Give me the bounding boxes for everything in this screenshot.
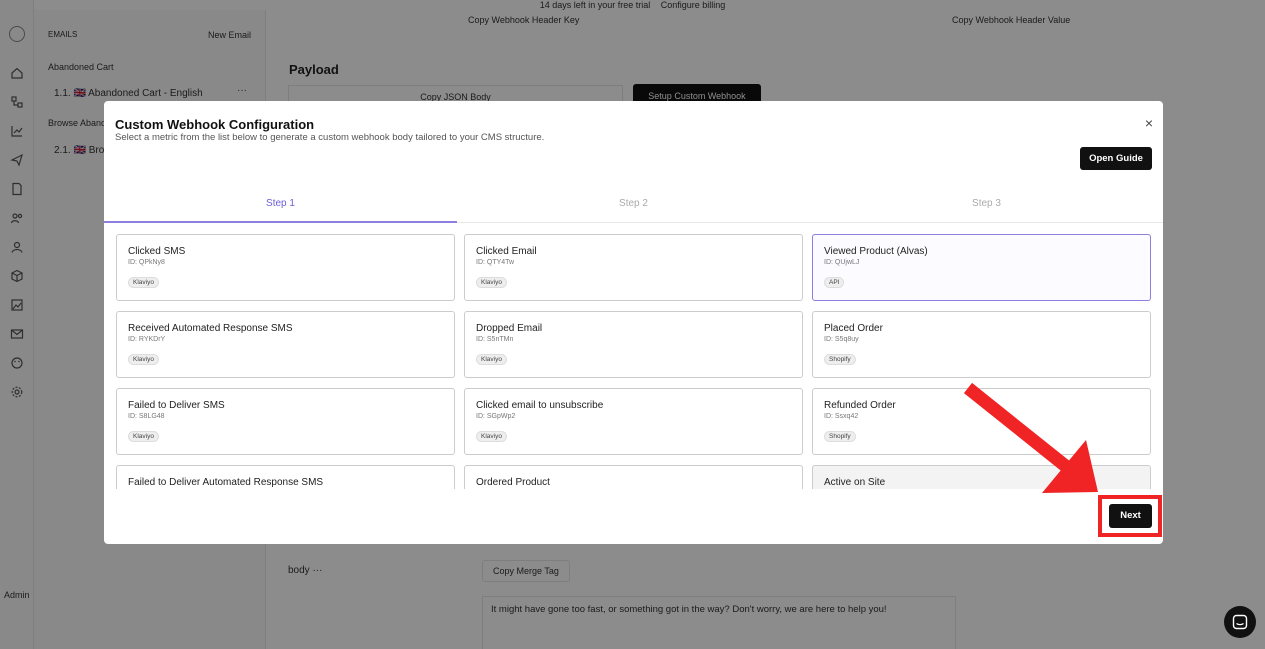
metric-id: ID: QPkNy8: [128, 259, 165, 266]
metric-source-badge: Klaviyo: [476, 354, 507, 365]
metric-card[interactable]: Active on Site: [812, 465, 1151, 489]
step-tabs: Step 1 Step 2 Step 3: [104, 191, 1163, 223]
metric-card[interactable]: Failed to Deliver Automated Response SMS: [116, 465, 455, 489]
metric-card[interactable]: Ordered Product: [464, 465, 803, 489]
tab-step-1[interactable]: Step 1: [104, 191, 457, 223]
metric-card-selected[interactable]: Viewed Product (Alvas) ID: QUjwLJ API: [812, 234, 1151, 301]
metric-name: Dropped Email: [476, 323, 543, 334]
metric-card[interactable]: Received Automated Response SMS ID: RYKD…: [116, 311, 455, 378]
metric-source-badge: Klaviyo: [476, 277, 507, 288]
metric-id: ID: SGpWp2: [476, 413, 516, 420]
metric-name: Viewed Product (Alvas): [824, 246, 928, 257]
metric-name: Clicked email to unsubscribe: [476, 400, 604, 411]
metric-source-badge: Shopify: [824, 431, 856, 442]
metric-card[interactable]: Dropped Email ID: S5nTMn Klaviyo: [464, 311, 803, 378]
modal-title: Custom Webhook Configuration: [115, 117, 315, 132]
metric-source-badge: Klaviyo: [128, 354, 159, 365]
chat-icon: [1232, 614, 1248, 630]
metric-source-badge: API: [824, 277, 845, 288]
metric-source-badge: Klaviyo: [128, 277, 159, 288]
metric-source-badge: Klaviyo: [476, 431, 507, 442]
metric-card[interactable]: Refunded Order ID: Ssxq42 Shopify: [812, 388, 1151, 455]
metric-list[interactable]: Clicked SMS ID: QPkNy8 Klaviyo Clicked E…: [116, 234, 1151, 489]
open-guide-button[interactable]: Open Guide: [1080, 147, 1152, 170]
metric-source-badge: Shopify: [824, 354, 856, 365]
metric-card[interactable]: Placed Order ID: S5q8uy Shopify: [812, 311, 1151, 378]
metric-card[interactable]: Failed to Deliver SMS ID: S8LG48 Klaviyo: [116, 388, 455, 455]
chat-launcher-button[interactable]: [1224, 606, 1256, 638]
metric-card[interactable]: Clicked SMS ID: QPkNy8 Klaviyo: [116, 234, 455, 301]
metric-name: Clicked Email: [476, 246, 537, 257]
metric-id: ID: RYKDrY: [128, 336, 166, 343]
metric-id: ID: S5q8uy: [824, 336, 859, 343]
metric-source-badge: Klaviyo: [128, 431, 159, 442]
metric-id: ID: QTY4Tw: [476, 259, 515, 266]
webhook-config-modal: Custom Webhook Configuration Select a me…: [104, 101, 1163, 544]
metric-id: ID: S5nTMn: [476, 336, 514, 343]
metric-name: Failed to Deliver Automated Response SMS: [128, 477, 324, 488]
metric-name: Received Automated Response SMS: [128, 323, 293, 334]
tab-step-3[interactable]: Step 3: [810, 191, 1163, 222]
annotation-highlight-box: [1098, 495, 1162, 537]
metric-id: ID: Ssxq42: [824, 413, 859, 420]
modal-subtitle: Select a metric from the list below to g…: [115, 132, 545, 143]
metric-name: Refunded Order: [824, 400, 896, 411]
metric-name: Ordered Product: [476, 477, 550, 488]
metric-name: Placed Order: [824, 323, 883, 334]
metric-id: ID: QUjwLJ: [824, 259, 860, 266]
metric-card[interactable]: Clicked Email ID: QTY4Tw Klaviyo: [464, 234, 803, 301]
close-icon[interactable]: ×: [1145, 116, 1153, 130]
metric-name: Clicked SMS: [128, 246, 186, 257]
tab-step-2[interactable]: Step 2: [457, 191, 810, 222]
metric-name: Failed to Deliver SMS: [128, 400, 225, 411]
metric-card[interactable]: Clicked email to unsubscribe ID: SGpWp2 …: [464, 388, 803, 455]
metric-id: ID: S8LG48: [128, 413, 165, 420]
metric-name: Active on Site: [824, 477, 886, 488]
